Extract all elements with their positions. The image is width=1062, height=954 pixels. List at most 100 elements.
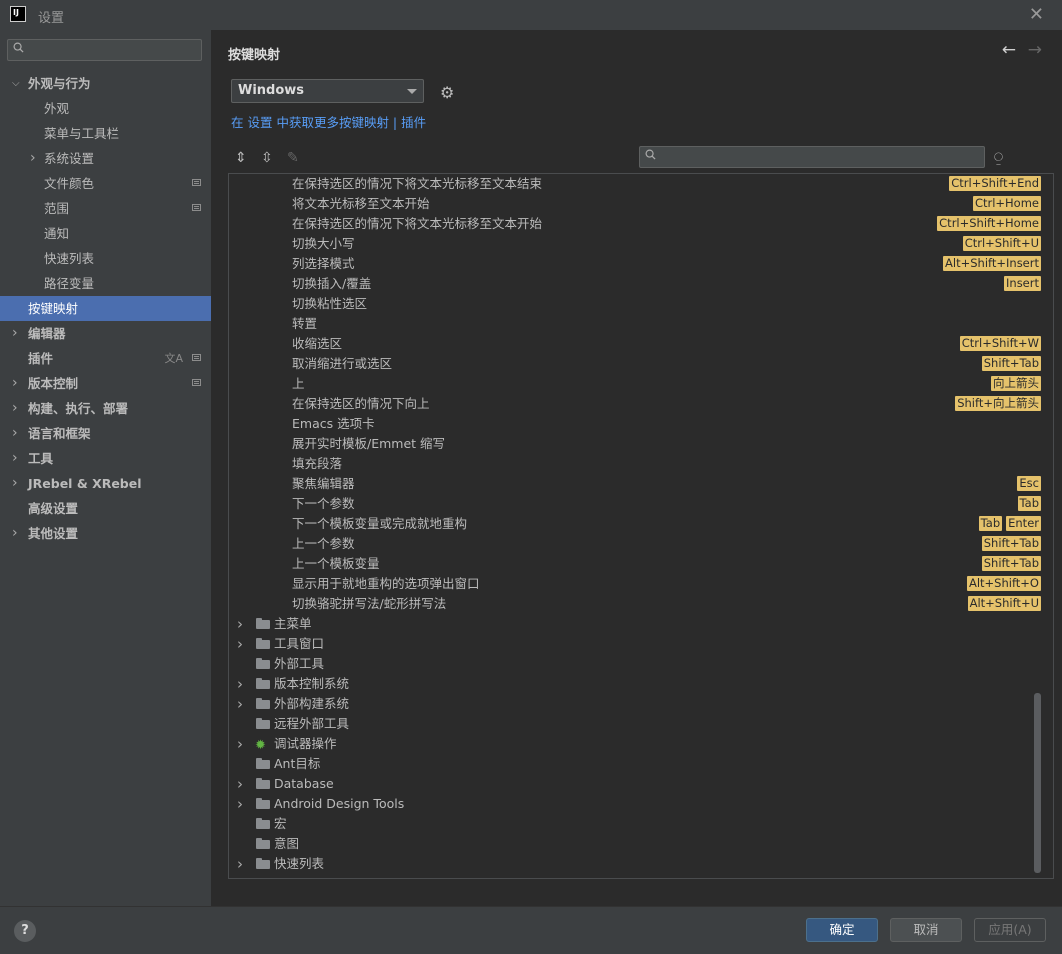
chevron-right-icon[interactable]: › (237, 614, 243, 634)
apply-button[interactable]: 应用(A) (974, 918, 1046, 942)
chevron-right-icon[interactable]: › (12, 371, 18, 396)
action-group-row[interactable]: › 工具窗口 (229, 634, 1053, 654)
chevron-right-icon[interactable]: › (12, 396, 18, 421)
close-icon[interactable]: ✕ (1029, 4, 1044, 25)
sidebar-item[interactable]: › 系统设置 (0, 146, 211, 171)
folder-icon (256, 858, 270, 869)
action-row[interactable]: 将文本光标移至文本开始 Ctrl+Home (229, 194, 1053, 214)
sidebar-item[interactable]: 菜单与工具栏 (0, 121, 211, 146)
action-row[interactable]: 取消缩进行或选区 Shift+Tab (229, 354, 1053, 374)
shortcut-list: Ctrl+Shift+U (962, 236, 1041, 252)
chevron-down-icon[interactable]: ⌵ (12, 71, 20, 96)
chevron-right-icon[interactable]: › (12, 421, 18, 446)
action-row[interactable]: 上一个参数 Shift+Tab (229, 534, 1053, 554)
action-search-box[interactable] (639, 146, 985, 168)
action-group-row[interactable]: › ✹ 调试器操作 (229, 734, 1053, 754)
collapse-all-icon[interactable]: ⇳ (261, 150, 273, 166)
sidebar-item[interactable]: › 编辑器 (0, 321, 211, 346)
action-row[interactable]: 在保持选区的情况下将文本光标移至文本结束 Ctrl+Shift+End (229, 174, 1053, 194)
sidebar-item[interactable]: 路径变量 (0, 271, 211, 296)
forward-arrow-icon[interactable]: → (1028, 40, 1042, 60)
sidebar-item[interactable]: ⌵ 外观与行为 (0, 71, 211, 96)
group-label: Ant目标 (274, 756, 321, 771)
sidebar-item[interactable]: 按键映射 (0, 296, 211, 321)
settings-search-input[interactable] (32, 42, 192, 58)
sidebar-item[interactable]: 文件颜色 (0, 171, 211, 196)
chevron-right-icon[interactable]: › (237, 634, 243, 654)
action-row[interactable]: 填充段落 (229, 454, 1053, 474)
action-row[interactable]: 切换大小写 Ctrl+Shift+U (229, 234, 1053, 254)
action-group-row[interactable]: › 版本控制系统 (229, 674, 1053, 694)
action-group-row[interactable]: › 主菜单 (229, 614, 1053, 634)
action-row[interactable]: 转置 (229, 314, 1053, 334)
sidebar-item[interactable]: 插件 文A (0, 346, 211, 371)
sidebar-item[interactable]: 高级设置 (0, 496, 211, 521)
chevron-right-icon[interactable]: › (12, 521, 18, 546)
action-row[interactable]: 下一个模板变量或完成就地重构 Tab Enter (229, 514, 1053, 534)
action-group-row[interactable]: › Android Design Tools (229, 794, 1053, 814)
action-group-row[interactable]: 意图 (229, 834, 1053, 854)
action-group-row[interactable]: 远程外部工具 (229, 714, 1053, 734)
folder-icon (256, 778, 270, 789)
dialog-footer: ? 确定 取消 应用(A) (0, 906, 1062, 954)
shortcut-list: Tab Enter (978, 516, 1041, 532)
action-row[interactable]: 在保持选区的情况下将文本光标移至文本开始 Ctrl+Shift+Home (229, 214, 1053, 234)
action-row[interactable]: 切换骆驼拼写法/蛇形拼写法 Alt+Shift+U (229, 594, 1053, 614)
sidebar-item[interactable]: 范围 (0, 196, 211, 221)
action-row[interactable]: 显示用于就地重构的选项弹出窗口 Alt+Shift+O (229, 574, 1053, 594)
chevron-right-icon[interactable]: › (30, 146, 36, 171)
get-more-keymaps-link[interactable]: 在 设置 中获取更多按键映射 | 插件 (231, 112, 426, 131)
chevron-right-icon[interactable]: › (237, 694, 243, 714)
expand-all-icon[interactable]: ⇕ (235, 150, 247, 166)
action-row[interactable]: 上 向上箭头 (229, 374, 1053, 394)
group-label: Android Design Tools (274, 796, 405, 811)
keymap-dropdown[interactable]: Windows (231, 79, 424, 103)
action-row[interactable]: 在保持选区的情况下向上 Shift+向上箭头 (229, 394, 1053, 414)
chevron-right-icon[interactable]: › (237, 674, 243, 694)
sidebar-item[interactable]: › JRebel & XRebel (0, 471, 211, 496)
action-group-row[interactable]: › 快速列表 (229, 854, 1053, 874)
action-row[interactable]: 下一个参数 Tab (229, 494, 1053, 514)
shortcut-list: Shift+向上箭头 (955, 396, 1041, 412)
chevron-right-icon[interactable]: › (237, 774, 243, 794)
ok-button[interactable]: 确定 (806, 918, 878, 942)
action-group-row[interactable]: › 外部构建系统 (229, 694, 1053, 714)
action-row[interactable]: 列选择模式 Alt+Shift+Insert (229, 254, 1053, 274)
sidebar-item[interactable]: 外观 (0, 96, 211, 121)
chevron-right-icon[interactable]: › (237, 794, 243, 814)
action-row[interactable]: 上一个模板变量 Shift+Tab (229, 554, 1053, 574)
settings-search-box[interactable] (7, 39, 202, 61)
sidebar-item[interactable]: › 构建、执行、部署 (0, 396, 211, 421)
sidebar-item[interactable]: › 其他设置 (0, 521, 211, 546)
sidebar-item[interactable]: › 版本控制 (0, 371, 211, 396)
cancel-button[interactable]: 取消 (890, 918, 962, 942)
sidebar-item[interactable]: 通知 (0, 221, 211, 246)
action-group-row[interactable]: 外部工具 (229, 654, 1053, 674)
action-row[interactable]: 展开实时模板/Emmet 缩写 (229, 434, 1053, 454)
action-row[interactable]: 收缩选区 Ctrl+Shift+W (229, 334, 1053, 354)
back-arrow-icon[interactable]: ← (1002, 40, 1016, 60)
sidebar-item[interactable]: 快速列表 (0, 246, 211, 271)
chevron-right-icon[interactable]: › (12, 471, 18, 496)
sidebar-item[interactable]: › 工具 (0, 446, 211, 471)
action-row[interactable]: Emacs 选项卡 (229, 414, 1053, 434)
action-group-row[interactable]: Ant目标 (229, 754, 1053, 774)
action-row[interactable]: 切换插入/覆盖 Insert (229, 274, 1053, 294)
action-group-row[interactable]: › Database (229, 774, 1053, 794)
help-icon[interactable]: ? (14, 920, 36, 942)
keymap-action-tree: 在保持选区的情况下将文本光标移至文本结束 Ctrl+Shift+End 将文本光标移… (228, 173, 1054, 879)
tree-scrollbar[interactable] (1034, 693, 1041, 873)
action-row[interactable]: 切换粘性选区 (229, 294, 1053, 314)
sidebar-item[interactable]: › 语言和框架 (0, 421, 211, 446)
action-search-input[interactable] (666, 149, 976, 165)
edit-shortcut-icon[interactable]: ✎ (287, 150, 299, 166)
action-group-row[interactable]: 宏 (229, 814, 1053, 834)
chevron-right-icon[interactable]: › (237, 734, 243, 754)
chevron-right-icon[interactable]: › (12, 446, 18, 471)
chevron-right-icon[interactable]: › (12, 321, 18, 346)
action-row[interactable]: 聚焦编辑器 Esc (229, 474, 1053, 494)
find-by-shortcut-icon[interactable]: ⍜ (994, 148, 1003, 166)
gear-icon[interactable]: ⚙ (440, 83, 454, 102)
chevron-right-icon[interactable]: › (237, 854, 243, 874)
sidebar-item-label: 菜单与工具栏 (44, 126, 120, 141)
